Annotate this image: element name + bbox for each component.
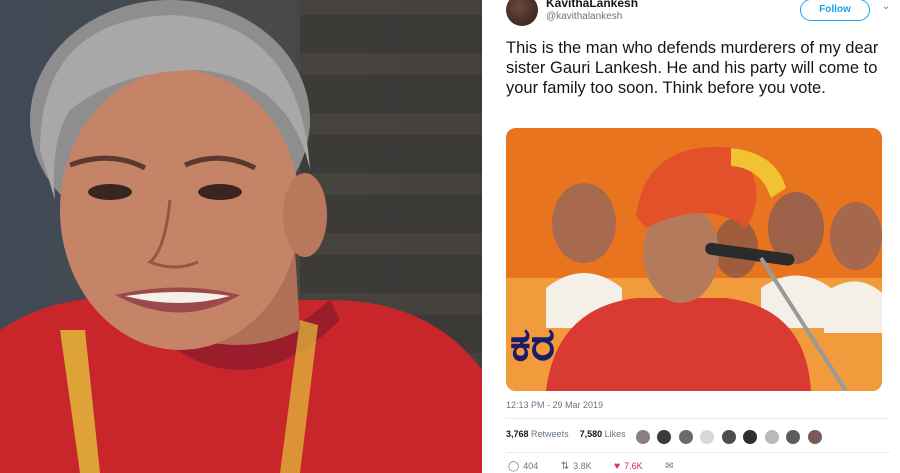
avatar[interactable] bbox=[657, 429, 672, 444]
tweet-media-image[interactable]: ಕರ bbox=[506, 128, 882, 391]
likes-count[interactable]: 7,580 bbox=[580, 429, 603, 439]
reply-count: 404 bbox=[523, 461, 539, 471]
avatar[interactable] bbox=[807, 429, 822, 444]
like-button[interactable]: ♥ 7.6K bbox=[614, 461, 642, 472]
retweet-count: 3.8K bbox=[573, 461, 592, 471]
liker-avatars bbox=[636, 428, 825, 444]
avatar[interactable] bbox=[636, 429, 650, 444]
tweet-card: KavithaLankesh @kavithalankesh Follow ⌄ … bbox=[496, 0, 900, 473]
avatar[interactable] bbox=[506, 0, 538, 26]
follow-button[interactable]: Follow bbox=[800, 0, 870, 21]
panel-divider bbox=[482, 0, 496, 473]
retweet-button[interactable]: ⇅ 3.8K bbox=[561, 461, 592, 472]
heart-icon: ♥ bbox=[614, 461, 621, 472]
author-display-name[interactable]: KavithaLankesh bbox=[546, 0, 638, 10]
banner-text: ಕರ bbox=[510, 317, 555, 371]
author-handle[interactable]: @kavithalankesh bbox=[546, 11, 622, 22]
retweets-label[interactable]: Retweets bbox=[531, 429, 569, 439]
avatar[interactable] bbox=[786, 429, 801, 444]
avatar[interactable] bbox=[743, 429, 758, 444]
chevron-down-icon[interactable]: ⌄ bbox=[882, 1, 896, 15]
reply-icon: ◯ bbox=[508, 461, 520, 472]
tweet-header: KavithaLankesh @kavithalankesh Follow ⌄ bbox=[506, 0, 896, 30]
retweet-icon: ⇅ bbox=[560, 461, 570, 472]
separator bbox=[506, 452, 890, 453]
avatar[interactable] bbox=[721, 429, 736, 444]
rally-photo-illustration: ಕರ bbox=[506, 128, 882, 391]
message-button[interactable]: ✉ bbox=[665, 461, 677, 472]
avatar[interactable] bbox=[700, 429, 715, 444]
portrait-illustration bbox=[0, 0, 482, 473]
tweet-actions: ◯ 404 ⇅ 3.8K ♥ 7.6K ✉ bbox=[508, 461, 698, 472]
separator bbox=[506, 418, 890, 419]
retweets-count[interactable]: 3,768 bbox=[506, 429, 529, 439]
left-portrait-photo bbox=[0, 0, 482, 473]
avatar[interactable] bbox=[764, 429, 779, 444]
likes-label[interactable]: Likes bbox=[605, 429, 626, 439]
tweet-text: This is the man who defends murderers of… bbox=[506, 39, 879, 97]
like-count: 7.6K bbox=[624, 461, 643, 471]
envelope-icon: ✉ bbox=[665, 461, 674, 472]
avatar[interactable] bbox=[678, 429, 693, 444]
tweet-timestamp[interactable]: 12:13 PM - 29 Mar 2019 bbox=[506, 400, 603, 410]
engagement-stats: 3,768 Retweets 7,580 Likes bbox=[506, 429, 626, 439]
reply-button[interactable]: ◯ 404 bbox=[508, 461, 538, 472]
